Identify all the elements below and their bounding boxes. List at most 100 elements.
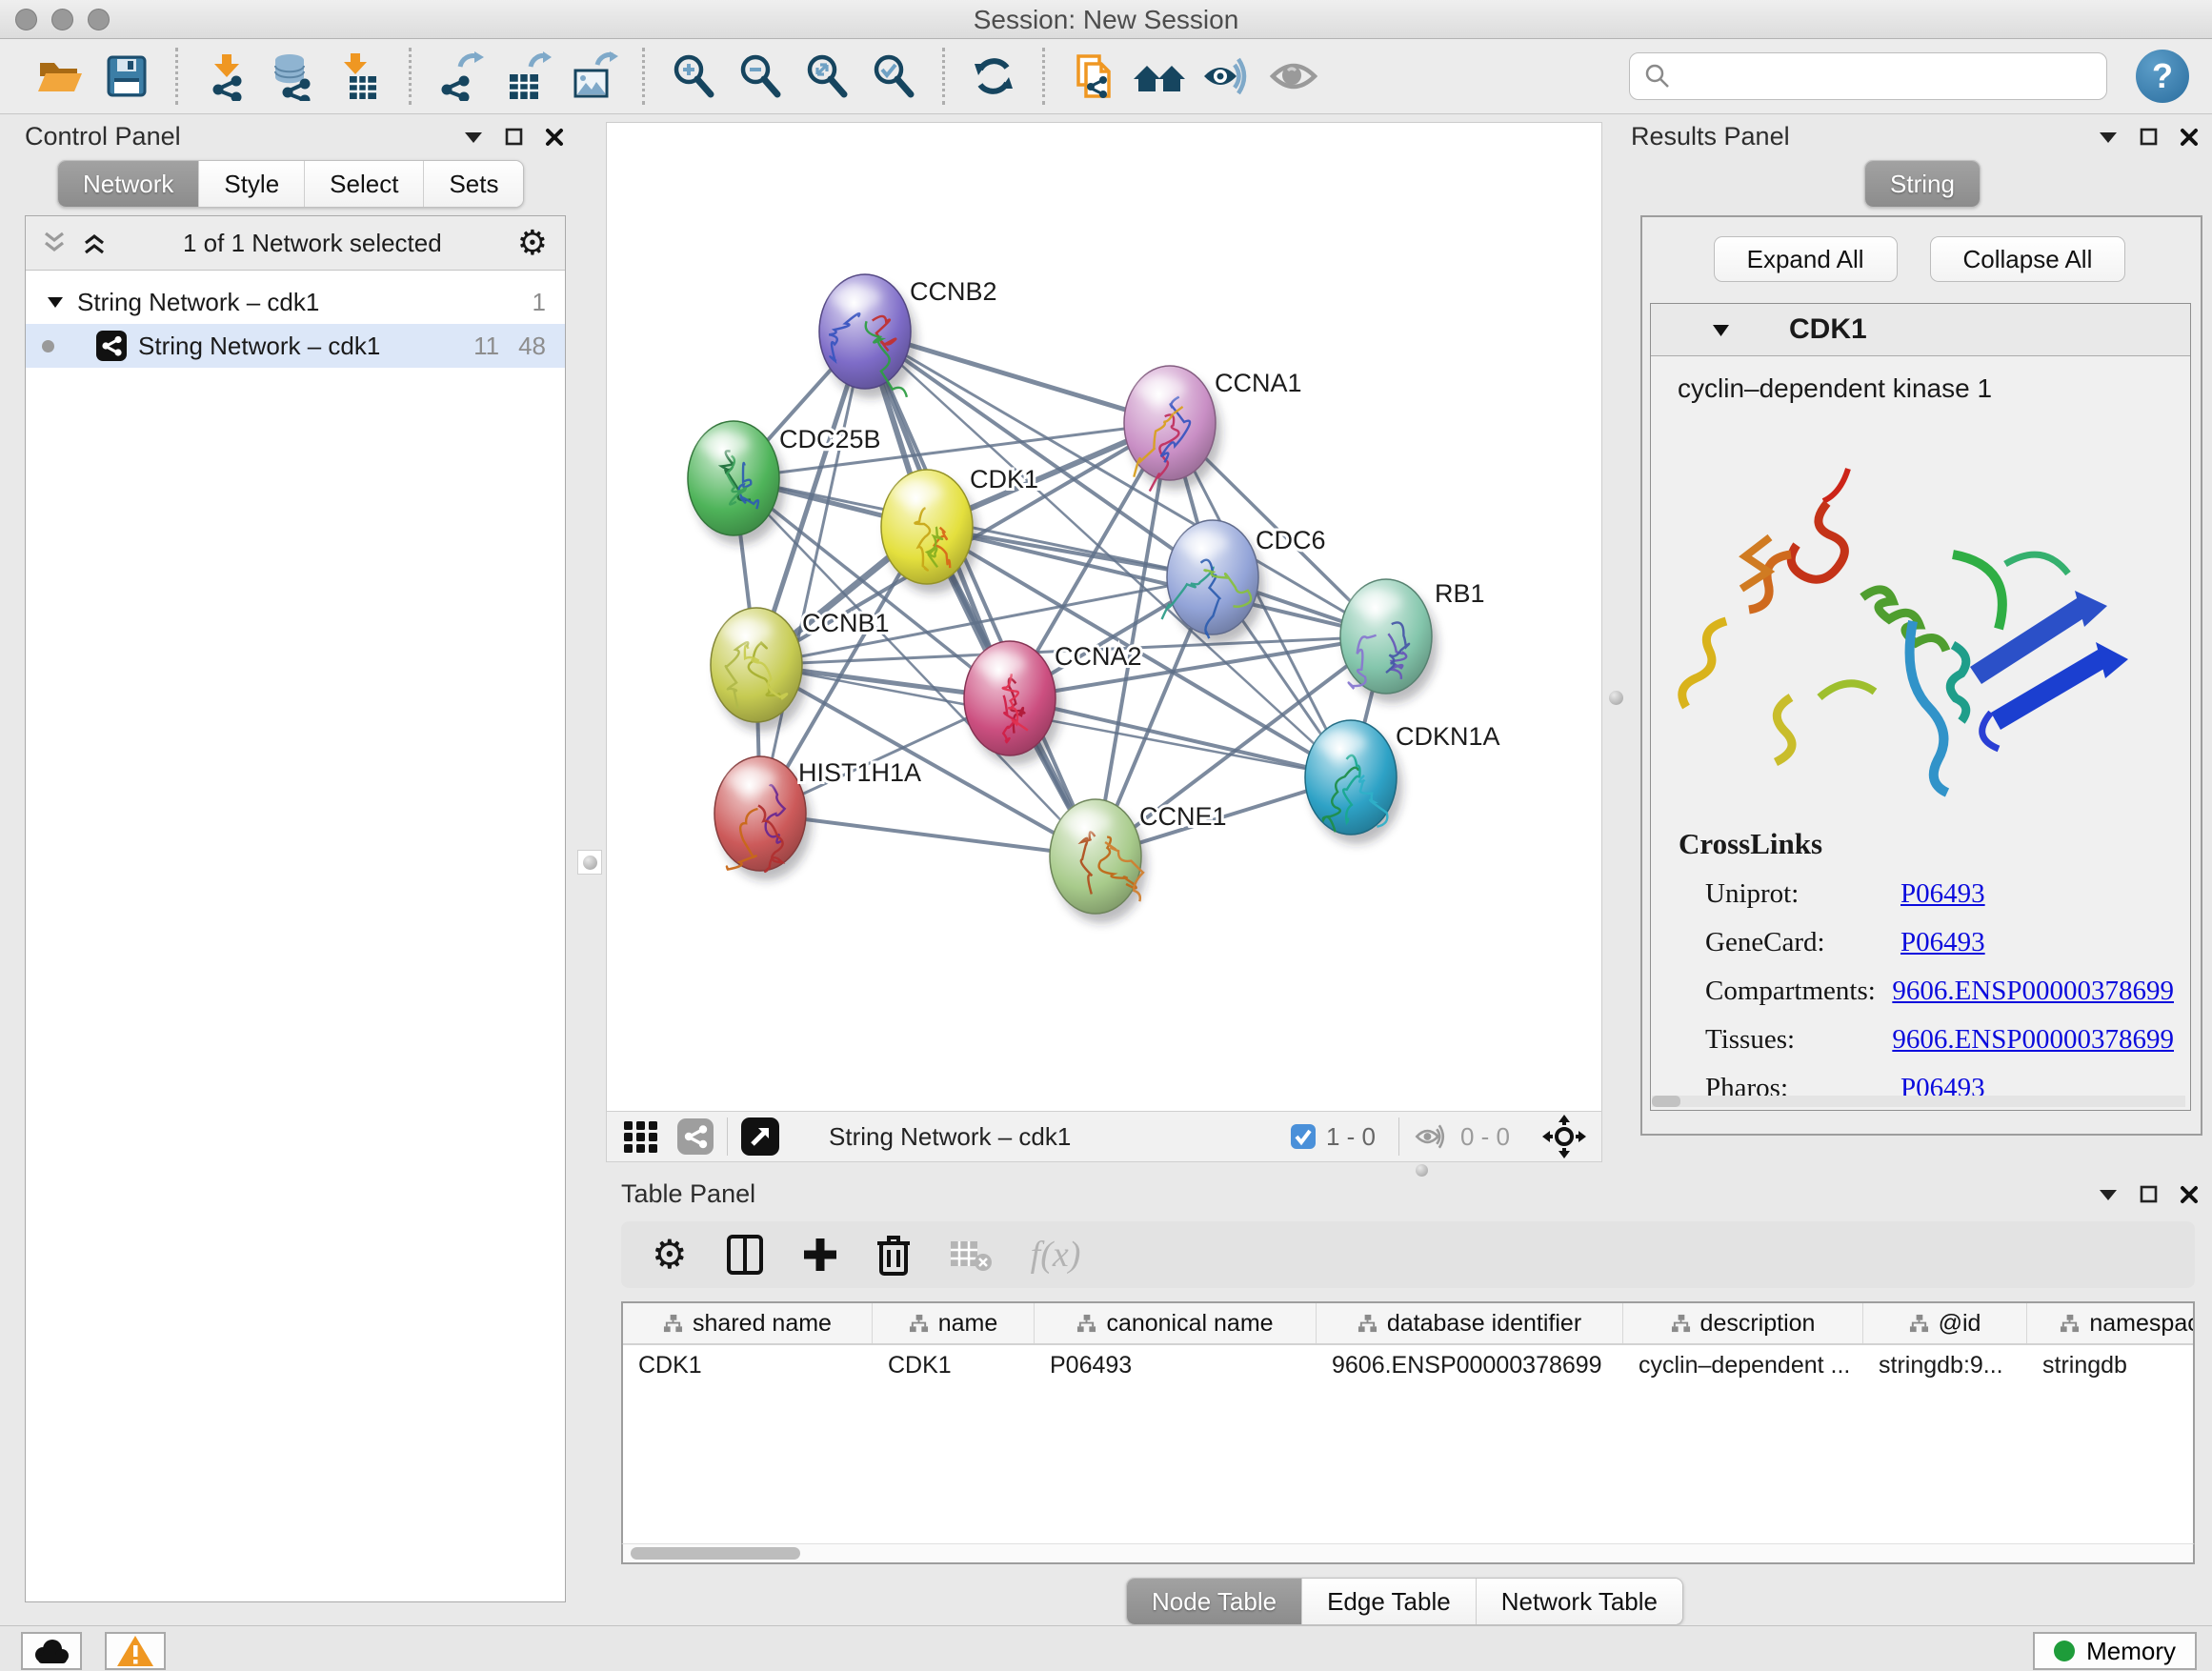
hide-selected-button[interactable] <box>1198 46 1256 107</box>
birds-eye-share-icon[interactable] <box>677 1118 714 1155</box>
collapse-all-networks-icon[interactable] <box>81 232 108 254</box>
expand-all-networks-icon[interactable] <box>41 232 68 254</box>
table-tab-node-table[interactable]: Node Table <box>1127 1579 1302 1624</box>
table-horizontal-scrollbar[interactable] <box>621 1543 2195 1564</box>
network-node-CCNE1[interactable]: CCNE1 <box>1050 799 1227 923</box>
protein-card-header[interactable]: CDK1 <box>1651 304 2190 356</box>
scrollbar-thumb[interactable] <box>631 1547 800 1560</box>
export-network-button[interactable] <box>432 46 489 107</box>
export-table-button[interactable] <box>498 46 555 107</box>
network-node-CDC25B[interactable]: CDC25B <box>688 421 881 545</box>
import-table-button[interactable] <box>332 46 389 107</box>
table-options-button[interactable]: ⚙ <box>652 1238 688 1272</box>
maximize-results-panel-icon[interactable] <box>2140 128 2159 147</box>
network-options-gear-icon[interactable]: ⚙ <box>517 226 548 260</box>
tab-select[interactable]: Select <box>305 161 424 207</box>
table-cell[interactable]: stringdb:9... <box>1863 1345 2027 1385</box>
memory-button[interactable]: Memory <box>2033 1632 2197 1670</box>
warnings-button[interactable] <box>105 1632 166 1670</box>
table-row[interactable]: CDK1CDK1P064939606.ENSP00000378699cyclin… <box>623 1345 2193 1385</box>
show-all-button[interactable] <box>1265 46 1322 107</box>
selected-checkbox-icon[interactable] <box>1290 1123 1317 1150</box>
help-button[interactable]: ? <box>2136 50 2189 103</box>
crosslink-link[interactable]: 9606.ENSP00000378699 <box>1892 976 2174 1007</box>
column-header-namespace[interactable]: namespace <box>2027 1303 2195 1343</box>
crosslink-link[interactable]: 9606.ENSP00000378699 <box>1892 1024 2174 1056</box>
home-button[interactable] <box>1132 46 1189 107</box>
network-share-icon <box>96 331 127 361</box>
table-cell[interactable]: stringdb <box>2027 1345 2195 1385</box>
search-field[interactable] <box>1629 52 2107 100</box>
tab-style[interactable]: Style <box>199 161 305 207</box>
cloud-status-button[interactable] <box>21 1632 82 1670</box>
network-row-selected[interactable]: String Network – cdk1 11 48 <box>26 324 565 368</box>
zoom-in-button[interactable] <box>665 46 722 107</box>
column-header-name[interactable]: name <box>873 1303 1035 1343</box>
table-cell[interactable]: 9606.ENSP00000378699 <box>1317 1345 1623 1385</box>
column-header-canonical-name[interactable]: canonical name <box>1035 1303 1317 1343</box>
table-cell[interactable]: P06493 <box>1035 1345 1317 1385</box>
maximize-panel-icon[interactable] <box>505 128 524 147</box>
table-tab-edge-table[interactable]: Edge Table <box>1302 1579 1477 1624</box>
network-node-CCNB2[interactable]: CCNB2 <box>819 274 997 398</box>
table-cell[interactable]: CDK1 <box>623 1345 873 1385</box>
refresh-view-button[interactable] <box>965 46 1022 107</box>
column-header-shared-name[interactable]: shared name <box>623 1303 873 1343</box>
network-node-RB1[interactable]: RB1 <box>1340 579 1485 703</box>
table-tab-network-table[interactable]: Network Table <box>1477 1579 1682 1624</box>
crosslink-label: Tissues: <box>1705 1024 1892 1056</box>
crosslink-link[interactable]: P06493 <box>1900 927 1985 958</box>
network-collection-row[interactable]: String Network – cdk1 1 <box>26 280 565 324</box>
float-results-panel-icon[interactable] <box>2098 130 2119 145</box>
close-table-panel-icon[interactable] <box>2180 1185 2199 1204</box>
table-cell[interactable]: cyclin–dependent ... <box>1623 1345 1863 1385</box>
maximize-table-panel-icon[interactable] <box>2140 1185 2159 1204</box>
network-canvas[interactable]: CCNB2CCNA1CDC25BCDK1CDC6RB1CCNB1CCNA2CDK… <box>606 122 1602 1113</box>
zoom-selected-button[interactable] <box>865 46 922 107</box>
delete-table-button[interactable] <box>949 1238 993 1272</box>
column-header-description[interactable]: description <box>1623 1303 1863 1343</box>
function-builder-button[interactable]: f(x) <box>1031 1234 1081 1276</box>
float-panel-icon[interactable] <box>463 130 484 145</box>
import-database-icon <box>269 51 318 101</box>
tab-network[interactable]: Network <box>58 161 199 207</box>
delete-column-button[interactable] <box>876 1234 911 1276</box>
search-input[interactable] <box>1679 62 2106 91</box>
zoom-out-button[interactable] <box>732 46 789 107</box>
open-in-browser-icon[interactable] <box>741 1117 779 1156</box>
float-table-panel-icon[interactable] <box>2098 1187 2119 1202</box>
network-node-CCNA1[interactable]: CCNA1 <box>1124 366 1302 492</box>
import-network-button[interactable] <box>198 46 255 107</box>
close-panel-icon[interactable] <box>545 128 564 147</box>
collection-expander-icon[interactable] <box>47 295 64 309</box>
zoom-fit-button[interactable] <box>798 46 855 107</box>
protein-card-scrollbar[interactable] <box>1652 1096 2185 1107</box>
export-image-button[interactable] <box>565 46 622 107</box>
right-splitter-handle[interactable] <box>1604 686 1627 709</box>
tab-sets[interactable]: Sets <box>424 161 523 207</box>
close-results-panel-icon[interactable] <box>2180 128 2199 147</box>
table-cell[interactable]: CDK1 <box>873 1345 1035 1385</box>
protein-card-expander-icon[interactable] <box>1712 323 1730 337</box>
left-splitter-handle[interactable] <box>577 850 602 875</box>
save-session-button[interactable] <box>98 46 155 107</box>
open-session-button[interactable] <box>31 46 89 107</box>
network-node-CDK1[interactable]: CDK1 <box>881 465 1038 594</box>
column-header-database-identifier[interactable]: database identifier <box>1317 1303 1623 1343</box>
grid-view-icon[interactable] <box>622 1117 660 1156</box>
network-node-CDKN1A[interactable]: CDKN1A <box>1305 720 1500 844</box>
results-tab-string[interactable]: String <box>1865 161 1980 207</box>
column-header-id[interactable]: @id <box>1863 1303 2027 1343</box>
create-column-button[interactable] <box>802 1237 838 1273</box>
fit-selection-crosshair-icon[interactable] <box>1542 1115 1586 1158</box>
import-network-from-database-button[interactable] <box>265 46 322 107</box>
show-columns-button[interactable] <box>726 1234 764 1276</box>
network-node-HIST1H1A[interactable]: HIST1H1A <box>714 756 921 880</box>
crosslink-link[interactable]: P06493 <box>1900 878 1985 910</box>
bottom-splitter-handle[interactable] <box>1412 1163 1431 1177</box>
collapse-all-button[interactable]: Collapse All <box>1930 236 2126 282</box>
clone-network-button[interactable] <box>1065 46 1122 107</box>
network-row-label: String Network – cdk1 <box>138 332 380 361</box>
network-node-CDC6[interactable]: CDC6 <box>1162 520 1326 644</box>
expand-all-button[interactable]: Expand All <box>1714 236 1898 282</box>
